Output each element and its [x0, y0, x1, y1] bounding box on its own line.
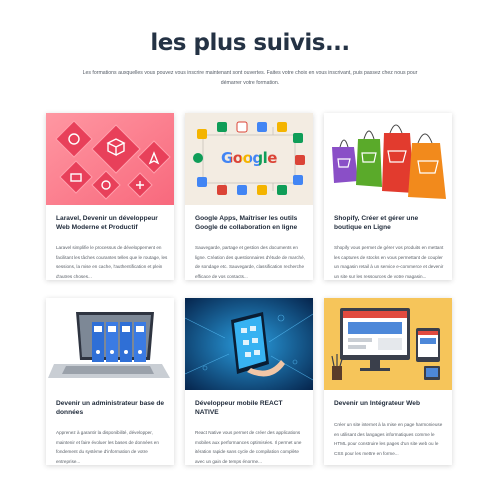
google-logo: Google	[221, 149, 277, 167]
course-card-shopify[interactable]: Shopify, Créer et gérer une boutique en …	[324, 113, 452, 280]
course-image-laravel	[46, 113, 174, 205]
course-image-database-admin	[46, 298, 174, 390]
course-description: Apprenez à garantir la disponibilité, dé…	[56, 430, 159, 464]
section-title: les plus suivis...	[150, 30, 350, 56]
course-card-web-integrator[interactable]: Devenir un Intégrateur Web Créer un site…	[324, 298, 452, 465]
section-intro: Les formations auxquelles vous pouvez vo…	[82, 70, 418, 86]
course-title[interactable]: Devenir un Intégrateur Web	[334, 400, 446, 409]
course-title[interactable]: Google Apps, Maîtriser les outils Google…	[195, 215, 307, 232]
course-description: Laravel simplifie le processus de dévelo…	[56, 245, 168, 279]
course-title[interactable]: Laravel, Devenir un développeur Web Mode…	[56, 215, 168, 232]
course-description: Sauvegarde, partage et gestion des docum…	[195, 245, 305, 279]
course-description: React Native vous permet de créer des ap…	[195, 430, 302, 464]
course-title[interactable]: Shopify, Créer et gérer une boutique en …	[334, 215, 446, 232]
course-title[interactable]: Devenir un administrateur base de donnée…	[56, 400, 168, 417]
course-image-google-apps: Google	[185, 113, 313, 205]
course-card-google-apps[interactable]: Google Google Apps, Maîtriser les outils…	[185, 113, 313, 280]
course-title[interactable]: Développeur mobile REACT NATIVE	[195, 400, 307, 417]
course-image-shopify	[324, 113, 452, 205]
course-card-laravel[interactable]: Laravel, Devenir un développeur Web Mode…	[46, 113, 174, 280]
course-card-database-admin[interactable]: Devenir un administrateur base de donnée…	[46, 298, 174, 465]
course-description: Shopify vous permet de gérer vos produit…	[334, 245, 444, 279]
course-image-web-integrator	[324, 298, 452, 390]
course-image-react-native	[185, 298, 313, 390]
course-card-react-native[interactable]: Développeur mobile REACT NATIVE React Na…	[185, 298, 313, 465]
course-description: Créer un site internet à la mise en page…	[334, 422, 443, 456]
